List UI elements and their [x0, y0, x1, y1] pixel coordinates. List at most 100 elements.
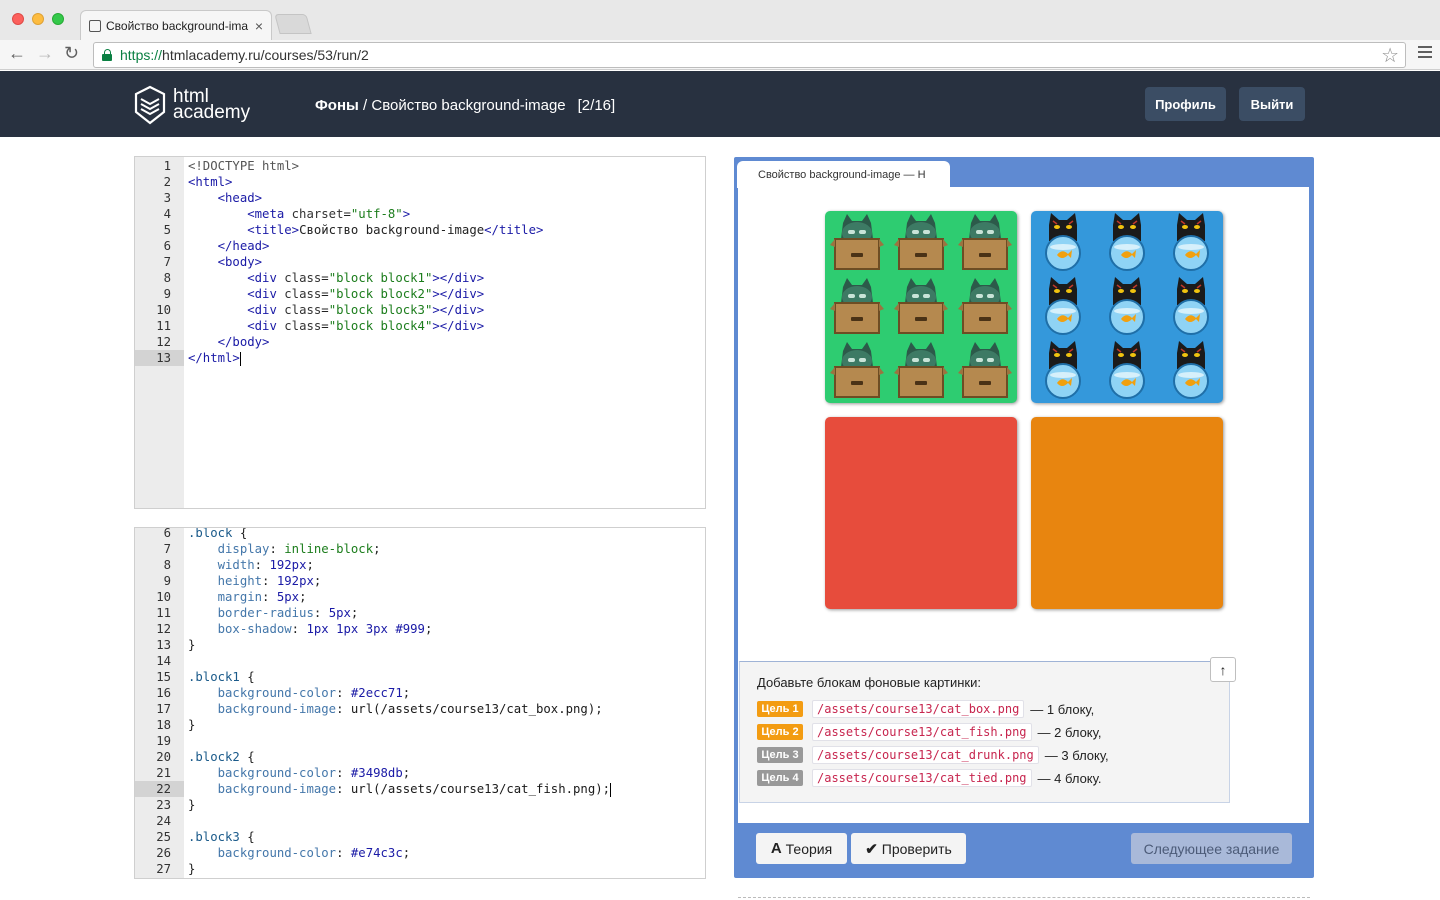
code-text[interactable]: <div class="block block2"></div>: [184, 286, 484, 302]
code-text[interactable]: <div class="block block3"></div>: [184, 302, 484, 318]
code-line[interactable]: 14: [135, 653, 705, 669]
code-text[interactable]: <head>: [184, 190, 262, 206]
css-code[interactable]: 6 .block {7 display: inline-block; 8 width…: [135, 528, 705, 877]
code-line[interactable]: 24: [135, 813, 705, 829]
code-text[interactable]: </html>: [184, 350, 241, 366]
address-bar[interactable]: https://htmlacademy.ru/courses/53/run/2 …: [93, 42, 1406, 68]
breadcrumb-section[interactable]: Фоны: [315, 97, 359, 114]
code-text[interactable]: .block3 {: [184, 829, 255, 845]
code-line[interactable]: 7 <body>: [135, 254, 705, 270]
theory-button[interactable]: A Теория: [756, 833, 847, 864]
code-text[interactable]: <title>Свойство background-image</title>: [184, 222, 543, 238]
code-line[interactable]: 26 background-color: #e74c3c;: [135, 845, 705, 861]
code-text[interactable]: background-color: #e74c3c;: [184, 845, 411, 861]
code-text[interactable]: <!DOCTYPE html>: [184, 158, 299, 174]
code-text[interactable]: box-shadow: 1px 1px 3px #999;: [184, 621, 433, 637]
code-text[interactable]: border-radius: 5px;: [184, 605, 359, 621]
zoom-window-button[interactable]: [52, 13, 64, 25]
css-editor[interactable]: 6 .block {7 display: inline-block; 8 width…: [134, 527, 706, 879]
check-button[interactable]: ✔ Проверить: [851, 833, 966, 864]
next-task-button[interactable]: Следующее задание: [1131, 833, 1292, 864]
code-line[interactable]: 4 <meta charset="utf-8">: [135, 206, 705, 222]
code-text[interactable]: }: [184, 637, 195, 653]
line-number: 14: [156, 654, 171, 668]
tab-close-icon[interactable]: ×: [255, 18, 263, 34]
lesson-progress: [2/16]: [577, 97, 616, 114]
reload-icon[interactable]: ↻: [64, 43, 79, 64]
code-text[interactable]: <div class="block block4"></div>: [184, 318, 484, 334]
code-line[interactable]: 9 height: 192px;: [135, 573, 705, 589]
code-line[interactable]: 11 <div class="block block4"></div>: [135, 318, 705, 334]
code-text[interactable]: width: 192px;: [184, 557, 314, 573]
code-line[interactable]: 3 <head>: [135, 190, 705, 206]
logout-button[interactable]: Выйти: [1239, 87, 1305, 121]
code-line[interactable]: 10 margin: 5px;: [135, 589, 705, 605]
html-code[interactable]: 1 <!DOCTYPE html> 2 <html> 3 <head> 4 <meta c…: [135, 158, 705, 366]
code-line[interactable]: 9 <div class="block block2"></div>: [135, 286, 705, 302]
code-text[interactable]: .block {: [184, 528, 247, 541]
code-line[interactable]: 7 display: inline-block;: [135, 541, 705, 557]
code-line[interactable]: 12 box-shadow: 1px 1px 3px #999;: [135, 621, 705, 637]
html-editor[interactable]: 1 <!DOCTYPE html> 2 <html> 3 <head> 4 <meta c…: [134, 156, 706, 509]
code-text[interactable]: background-image: url(/assets/course13/c…: [184, 701, 603, 717]
line-number: 15: [156, 670, 171, 684]
logo[interactable]: html academy: [134, 85, 250, 125]
code-line[interactable]: 19: [135, 733, 705, 749]
code-text[interactable]: }: [184, 797, 195, 813]
code-text[interactable]: display: inline-block;: [184, 541, 381, 557]
code-line[interactable]: 6 .block {: [135, 528, 705, 541]
code-text[interactable]: <meta charset="utf-8">: [184, 206, 410, 222]
code-text[interactable]: </head>: [184, 238, 270, 254]
code-line[interactable]: 6 </head>: [135, 238, 705, 254]
code-text[interactable]: <body>: [184, 254, 262, 270]
code-line[interactable]: 17 background-image: url(/assets/course1…: [135, 701, 705, 717]
code-text[interactable]: .block2 {: [184, 749, 255, 765]
code-line[interactable]: 12 </body>: [135, 334, 705, 350]
profile-button[interactable]: Профиль: [1145, 87, 1226, 121]
arrow-up-icon[interactable]: ↑: [1210, 657, 1236, 682]
code-line[interactable]: 13 </html>: [135, 350, 705, 366]
code-line[interactable]: 18}: [135, 717, 705, 733]
code-text[interactable]: [184, 733, 188, 749]
code-line[interactable]: 1 <!DOCTYPE html>: [135, 158, 705, 174]
code-line[interactable]: 21 background-color: #3498db;: [135, 765, 705, 781]
code-text[interactable]: }: [184, 861, 195, 877]
new-tab-button[interactable]: [274, 14, 312, 34]
star-icon[interactable]: ☆: [1381, 43, 1399, 68]
code-text[interactable]: height: 192px;: [184, 573, 322, 589]
preview-tab[interactable]: Свойство background-image — H: [737, 161, 950, 188]
goal-badge: Цель 3: [757, 747, 803, 763]
code-text[interactable]: <div class="block block1"></div>: [184, 270, 484, 286]
code-line[interactable]: 23}: [135, 797, 705, 813]
code-line[interactable]: 15 .block1 {: [135, 669, 705, 685]
code-text[interactable]: }: [184, 717, 195, 733]
code-text[interactable]: [184, 653, 188, 669]
code-line[interactable]: 25 .block3 {: [135, 829, 705, 845]
code-line[interactable]: 2 <html>: [135, 174, 705, 190]
code-line[interactable]: 8 width: 192px;: [135, 557, 705, 573]
code-text[interactable]: background-color: #3498db;: [184, 765, 411, 781]
code-line[interactable]: 27}: [135, 861, 705, 877]
code-line[interactable]: 22 background-image: url(/assets/course1…: [135, 781, 705, 797]
code-text[interactable]: margin: 5px;: [184, 589, 307, 605]
code-text[interactable]: </body>: [184, 334, 270, 350]
code-text[interactable]: .block1 {: [184, 669, 255, 685]
browser-tab-active[interactable]: Свойство background-ima ×: [80, 10, 272, 40]
code-text[interactable]: background-image: url(/assets/course13/c…: [184, 781, 612, 797]
code-text[interactable]: <html>: [184, 174, 232, 190]
menu-icon[interactable]: [1418, 46, 1432, 61]
forward-arrow-icon[interactable]: →: [36, 43, 54, 64]
code-line[interactable]: 11 border-radius: 5px;: [135, 605, 705, 621]
back-arrow-icon[interactable]: ←: [8, 43, 26, 64]
code-line[interactable]: 8 <div class="block block1"></div>: [135, 270, 705, 286]
close-window-button[interactable]: [12, 13, 24, 25]
code-line[interactable]: 5 <title>Свойство background-image</titl…: [135, 222, 705, 238]
code-line[interactable]: 20 .block2 {: [135, 749, 705, 765]
code-text[interactable]: [184, 813, 188, 829]
code-line[interactable]: 16 background-color: #2ecc71;: [135, 685, 705, 701]
minimize-window-button[interactable]: [32, 13, 44, 25]
code-line[interactable]: 10 <div class="block block3"></div>: [135, 302, 705, 318]
line-number: 9: [163, 574, 171, 588]
code-line[interactable]: 13}: [135, 637, 705, 653]
code-text[interactable]: background-color: #2ecc71;: [184, 685, 411, 701]
